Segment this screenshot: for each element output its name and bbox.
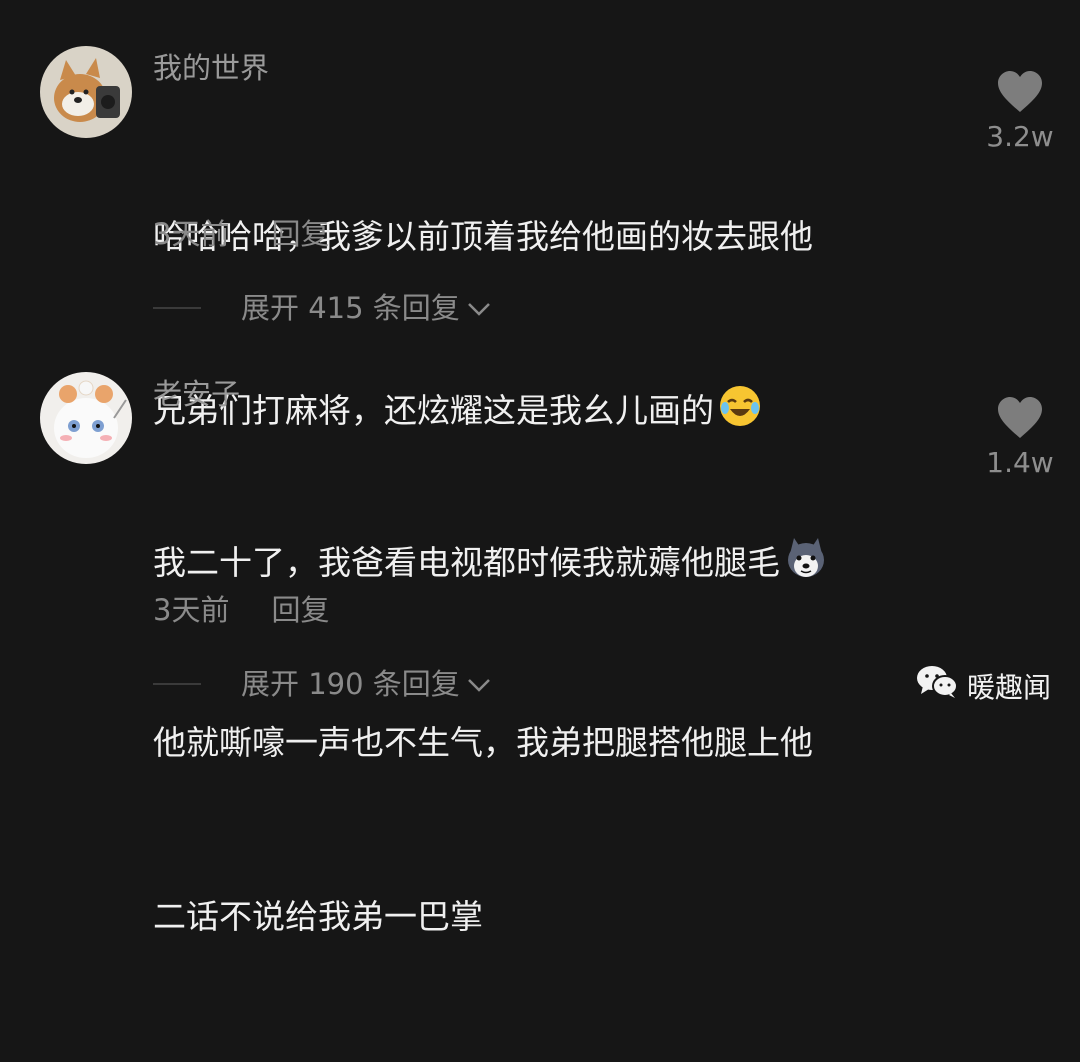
- chevron-down-icon: [466, 290, 492, 326]
- comment-text-line: 二话不说给我弟一巴掌: [153, 897, 483, 936]
- expand-replies-label: 展开 190 条回复: [241, 667, 460, 701]
- timestamp: 3天前: [153, 217, 230, 251]
- timestamp: 3天前: [153, 593, 230, 627]
- divider: [153, 307, 201, 309]
- comment-text-line: 我二十了，我爸看电视都时候我就薅他腿毛: [153, 534, 923, 598]
- chevron-down-icon: [466, 666, 492, 702]
- heart-icon: [978, 396, 1062, 440]
- reply-button[interactable]: 回复: [271, 217, 329, 251]
- expand-replies-label: 展开 415 条回复: [241, 291, 460, 325]
- like-count: 3.2w: [986, 120, 1054, 153]
- husky-emoji-icon: [784, 536, 828, 598]
- wechat-icon: [915, 664, 967, 707]
- comment-meta: 3天前 回复: [153, 592, 329, 628]
- divider: [153, 683, 201, 685]
- avatar[interactable]: [40, 372, 132, 464]
- expand-replies-button[interactable]: 展开 415 条回复: [153, 290, 492, 326]
- watermark: 暖趣闻: [915, 664, 1051, 707]
- reply-button[interactable]: 回复: [271, 593, 329, 627]
- comment-text: 我二十了，我爸看电视都时候我就薅他腿毛 他就嘶嚎一声也不生气，我弟把腿搭他腿上他…: [153, 418, 923, 1062]
- comment-text-line: 他就嘶嚎一声也不生气，我弟把腿搭他腿上他: [153, 723, 813, 762]
- like-button[interactable]: 1.4w: [978, 396, 1062, 479]
- like-button[interactable]: 3.2w: [978, 70, 1062, 153]
- avatar[interactable]: [40, 46, 132, 138]
- comment-meta: 3天前 回复: [153, 216, 329, 252]
- expand-replies-button[interactable]: 展开 190 条回复: [153, 666, 492, 702]
- username[interactable]: 我的世界: [153, 50, 269, 86]
- username[interactable]: 老安子: [153, 376, 240, 412]
- watermark-label: 暖趣闻: [967, 670, 1052, 704]
- heart-icon: [978, 70, 1062, 114]
- like-count: 1.4w: [986, 446, 1054, 479]
